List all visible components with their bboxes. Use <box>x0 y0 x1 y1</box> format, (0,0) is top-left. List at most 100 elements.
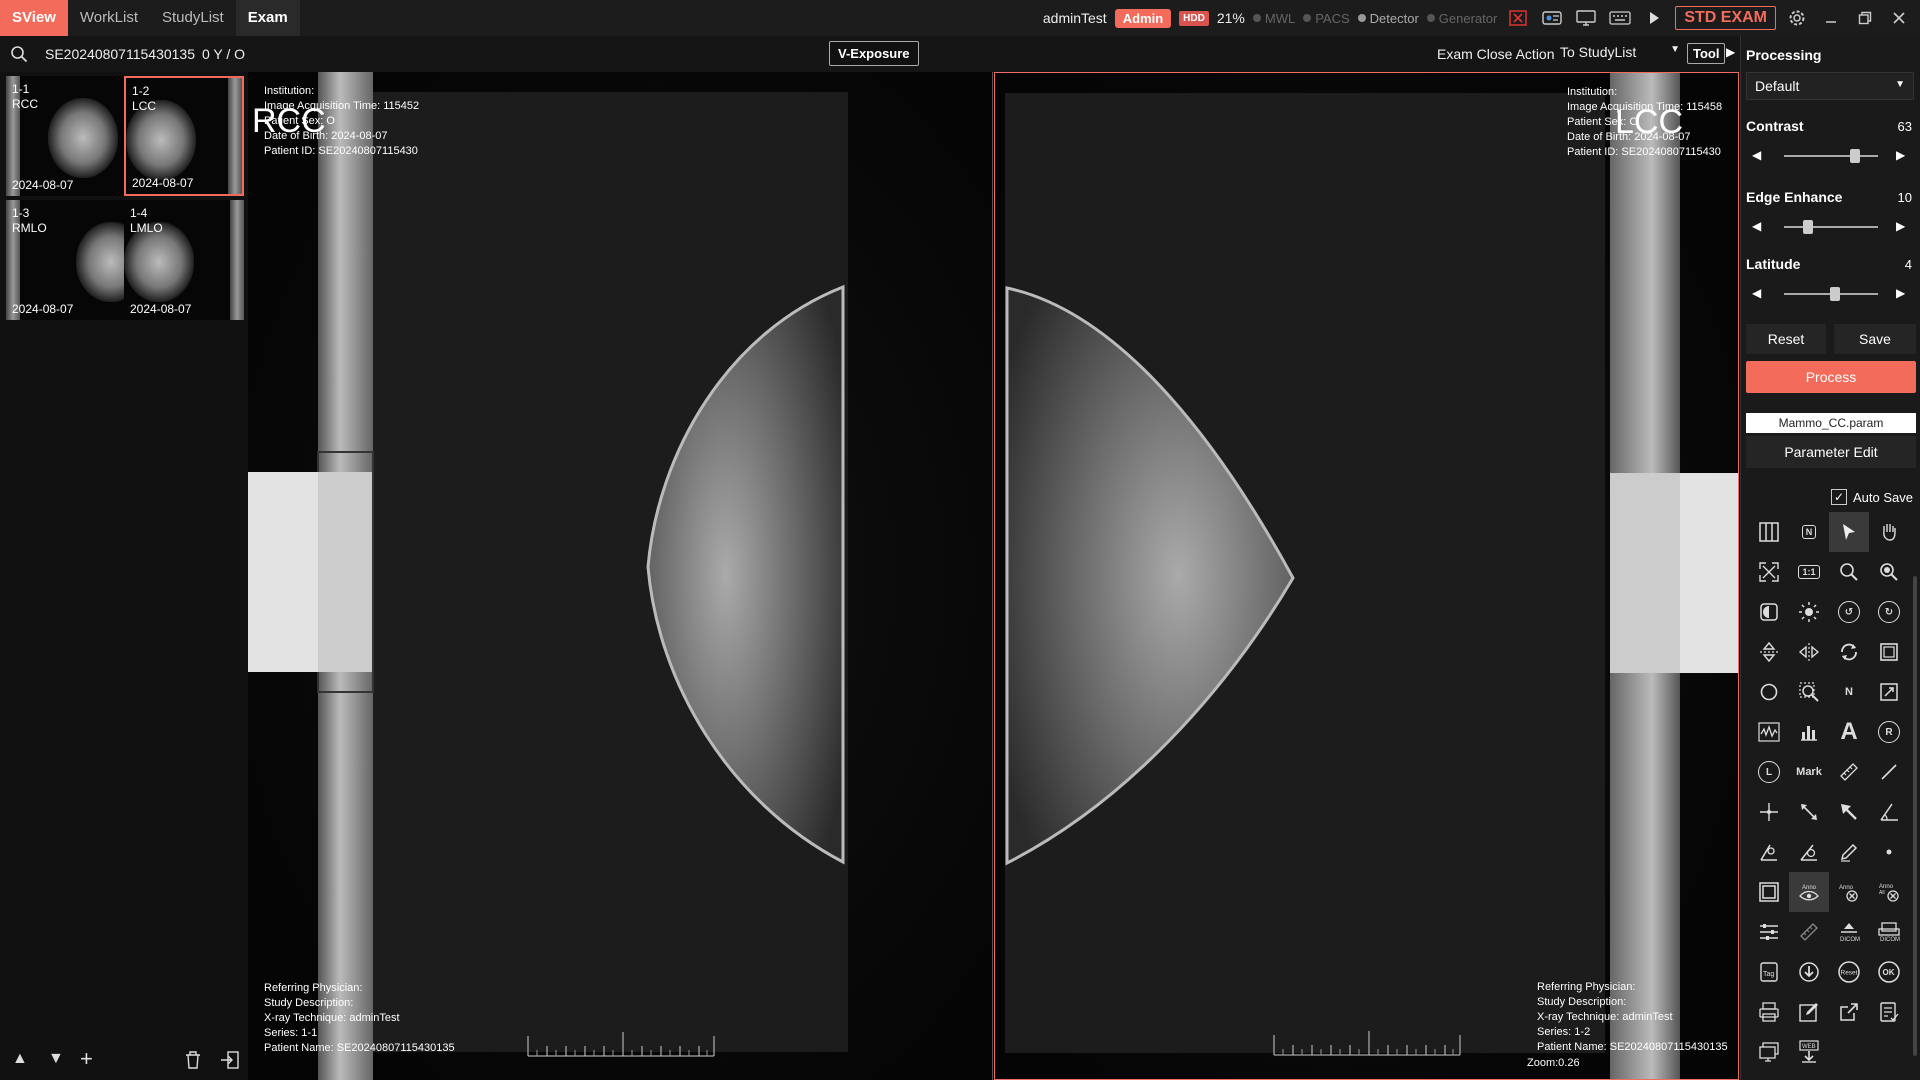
slider-track[interactable] <box>1784 226 1878 228</box>
flip-horizontal-icon[interactable] <box>1789 632 1829 672</box>
normalize-icon[interactable]: N <box>1829 672 1869 712</box>
histogram-icon[interactable] <box>1789 712 1829 752</box>
exit-icon[interactable] <box>220 1050 240 1075</box>
angle-measure-icon[interactable] <box>1789 832 1829 872</box>
edit-icon[interactable] <box>1789 992 1829 1032</box>
latitude-slider[interactable]: ◀ ▶ <box>1746 284 1916 304</box>
viewer-right[interactable]: LCC Institution: Image Acquisition Time:… <box>994 72 1739 1080</box>
crosshair-icon[interactable] <box>1749 792 1789 832</box>
tag-icon[interactable]: Tag <box>1749 952 1789 992</box>
rotate-right-90-icon[interactable]: ↻ <box>1869 592 1909 632</box>
checklist-icon[interactable] <box>1869 992 1909 1032</box>
gear-icon[interactable] <box>1784 7 1810 29</box>
expand-right-icon[interactable]: ▶ <box>1726 45 1735 59</box>
frame-icon[interactable] <box>1869 632 1909 672</box>
zoom-region-icon[interactable] <box>1789 672 1829 712</box>
right-marker-icon[interactable]: R <box>1869 712 1909 752</box>
std-exam-button[interactable]: STD EXAM <box>1675 6 1776 30</box>
reset-circle-icon[interactable]: Reset <box>1829 952 1869 992</box>
left-marker-icon[interactable]: L <box>1749 752 1789 792</box>
fit-screen-icon[interactable] <box>1749 552 1789 592</box>
dicom-print-icon[interactable]: DICOM <box>1869 912 1909 952</box>
zoom-icon[interactable] <box>1829 552 1869 592</box>
layout-icon[interactable] <box>1749 512 1789 552</box>
line-icon[interactable] <box>1869 752 1909 792</box>
rotate-left-90-icon[interactable]: ↺ <box>1829 592 1869 632</box>
decrease-icon[interactable]: ◀ <box>1752 219 1761 233</box>
viewer-left[interactable]: RCC Institution: Image Acquisition Time:… <box>248 72 993 1080</box>
flip-vertical-icon[interactable] <box>1749 632 1789 672</box>
multi-monitor-icon[interactable] <box>1749 1032 1789 1072</box>
add-icon[interactable]: + <box>80 1046 93 1072</box>
resize-icon[interactable] <box>1869 672 1909 712</box>
tab-studylist[interactable]: StudyList <box>150 0 236 36</box>
decrease-icon[interactable]: ◀ <box>1752 148 1761 162</box>
arrow-annotation-icon[interactable] <box>1829 792 1869 832</box>
app-brand[interactable]: SView <box>0 0 68 36</box>
arrow-up-icon[interactable]: ▲ <box>12 1050 28 1068</box>
reset-rotation-icon[interactable] <box>1829 632 1869 672</box>
ok-circle-icon[interactable]: OK <box>1869 952 1909 992</box>
pointer-icon[interactable] <box>1829 512 1869 552</box>
param-file-field[interactable]: Mammo_CC.param <box>1746 413 1916 433</box>
cobb-angle-icon[interactable] <box>1749 832 1789 872</box>
minimize-icon[interactable] <box>1818 7 1844 29</box>
angle-icon[interactable] <box>1869 792 1909 832</box>
id-card-icon[interactable] <box>1539 7 1565 29</box>
external-link-icon[interactable] <box>1829 992 1869 1032</box>
slider-knob[interactable] <box>1830 287 1840 301</box>
anno-delete-icon[interactable]: Anno <box>1829 872 1869 912</box>
decrease-icon[interactable]: ◀ <box>1752 286 1761 300</box>
download-icon[interactable] <box>1789 952 1829 992</box>
hand-pan-icon[interactable] <box>1869 512 1909 552</box>
exam-close-action-select[interactable]: To StudyList ▼ <box>1560 44 1680 60</box>
tab-worklist[interactable]: WorkList <box>68 0 150 36</box>
tab-exam[interactable]: Exam <box>235 0 300 36</box>
point-icon[interactable] <box>1869 832 1909 872</box>
panel-scrollbar[interactable] <box>1913 576 1917 1056</box>
trash-icon[interactable] <box>184 1050 202 1075</box>
thumbnail-item[interactable]: 1-3 RMLO 2024-08-07 <box>6 200 126 320</box>
thumbnail-item[interactable]: 1-2 LCC 2024-08-07 <box>124 76 244 196</box>
brightness-icon[interactable] <box>1789 592 1829 632</box>
save-button[interactable]: Save <box>1834 324 1916 354</box>
circle-roi-icon[interactable] <box>1749 672 1789 712</box>
settings-sliders-icon[interactable] <box>1749 912 1789 952</box>
pencil-icon[interactable] <box>1829 832 1869 872</box>
increase-icon[interactable]: ▶ <box>1896 219 1905 233</box>
auto-save-toggle[interactable]: ✓ Auto Save <box>1831 489 1913 505</box>
contrast-slider[interactable]: ◀ ▶ <box>1746 146 1916 166</box>
keyboard-icon[interactable] <box>1607 7 1633 29</box>
ruler-icon[interactable] <box>1829 752 1869 792</box>
invert-icon[interactable] <box>1749 592 1789 632</box>
increase-icon[interactable]: ▶ <box>1896 286 1905 300</box>
slider-knob[interactable] <box>1850 149 1860 163</box>
tool-button[interactable]: Tool <box>1687 43 1726 64</box>
shutter-icon[interactable] <box>1749 872 1789 912</box>
v-exposure-button[interactable]: V-Exposure <box>829 41 919 66</box>
anno-show-icon[interactable]: Anno <box>1789 872 1829 912</box>
slider-track[interactable] <box>1784 155 1878 157</box>
thumbnail-item[interactable]: 1-4 LMLO 2024-08-07 <box>124 200 244 320</box>
generator-error-icon[interactable] <box>1505 7 1531 29</box>
parameter-edit-button[interactable]: Parameter Edit <box>1746 436 1916 468</box>
restore-icon[interactable] <box>1852 7 1878 29</box>
waveform-icon[interactable] <box>1749 712 1789 752</box>
monitor-icon[interactable] <box>1573 7 1599 29</box>
mark-tool-icon[interactable]: Mark <box>1789 752 1829 792</box>
calibration-ruler-icon[interactable] <box>1789 912 1829 952</box>
text-annotation-icon[interactable]: A <box>1829 712 1869 752</box>
checkbox-checked-icon[interactable]: ✓ <box>1831 489 1847 505</box>
process-button[interactable]: Process <box>1746 361 1916 393</box>
search-icon[interactable] <box>10 45 28 63</box>
dicom-export-icon[interactable]: DICOM <box>1829 912 1869 952</box>
slider-knob[interactable] <box>1803 220 1813 234</box>
thumbnail-item[interactable]: 1-1 RCC 2024-08-07 <box>6 76 126 196</box>
magnifier-icon[interactable] <box>1869 552 1909 592</box>
normal-view-icon[interactable]: N <box>1789 512 1829 552</box>
arrow-down-icon[interactable]: ▼ <box>48 1050 64 1068</box>
arrow-measure-icon[interactable] <box>1789 792 1829 832</box>
close-icon[interactable] <box>1886 7 1912 29</box>
anno-delete-all-icon[interactable]: Anno All <box>1869 872 1909 912</box>
play-icon[interactable] <box>1641 7 1667 29</box>
